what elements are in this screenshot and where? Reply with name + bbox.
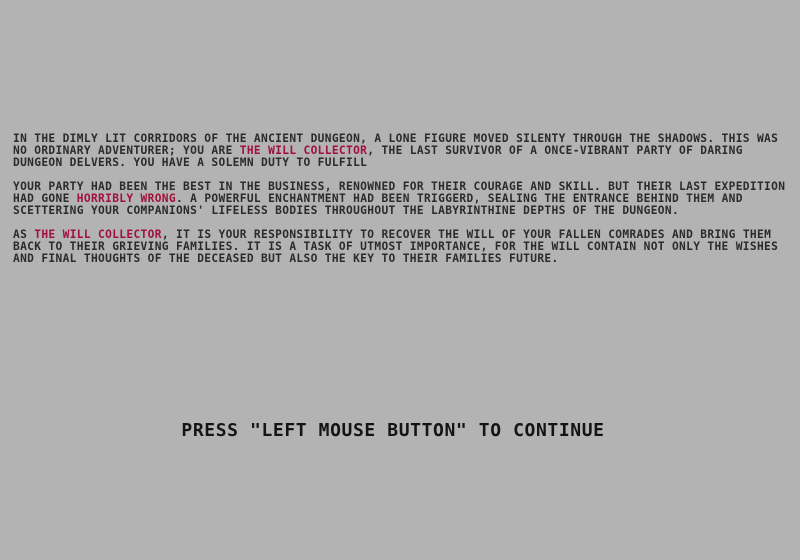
story-paragraph-1: In the dimly lit corridors of the ancien…	[13, 133, 793, 169]
continue-prompt[interactable]: PRESS "LEFT MOUSE BUTTON" TO CONTINUE	[0, 420, 786, 442]
story-paragraph-3: As The Will Collector, it is your respon…	[13, 229, 793, 265]
story-text: In the dimly lit corridors of the ancien…	[13, 133, 793, 277]
intro-screen[interactable]: In the dimly lit corridors of the ancien…	[0, 0, 800, 560]
story-paragraph-2: Your party had been the best in the busi…	[13, 181, 793, 217]
